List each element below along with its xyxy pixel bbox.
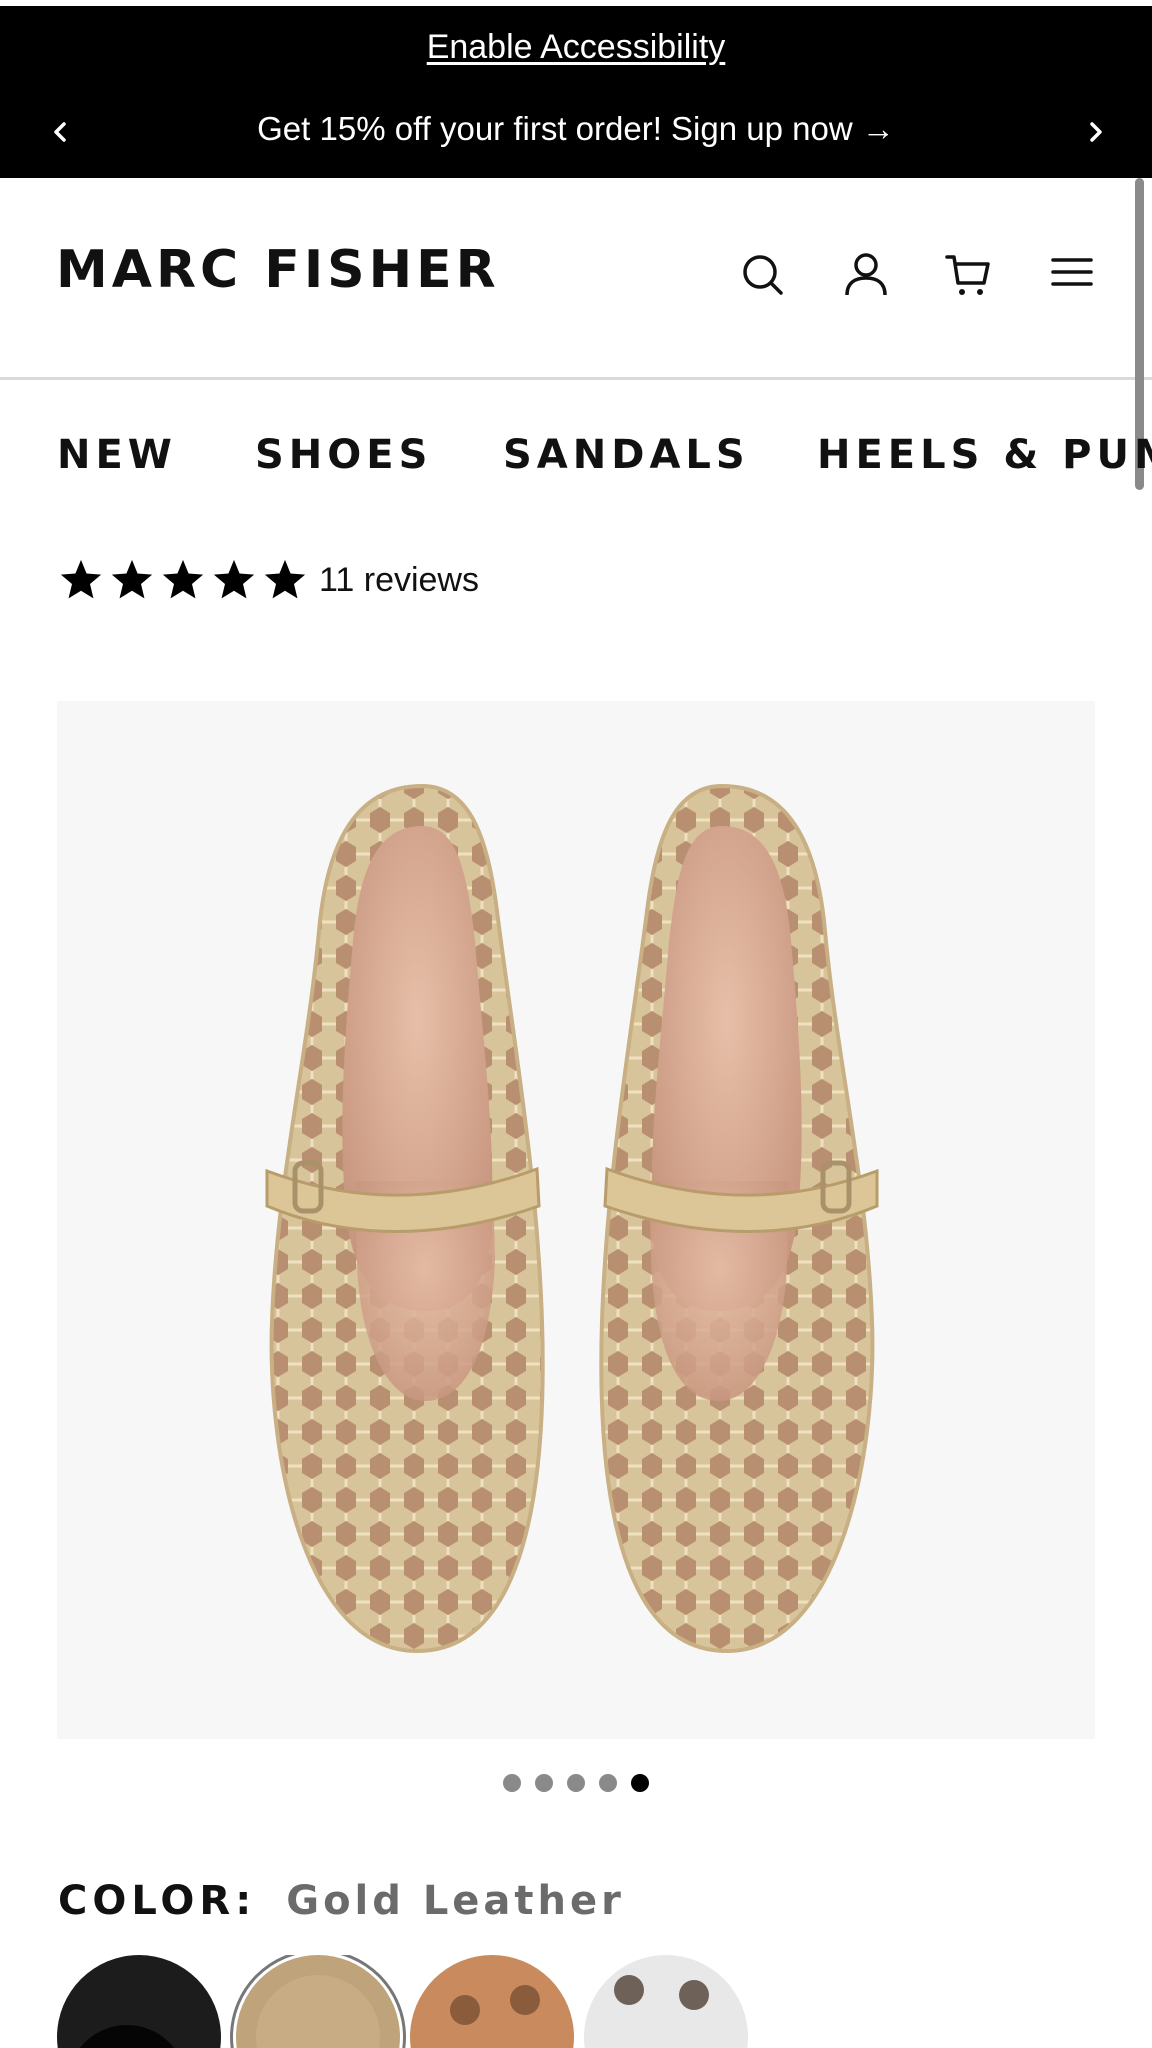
site-header: MARC FISHER (0, 178, 1152, 380)
nav-item-sandals[interactable]: SANDALS (503, 432, 750, 478)
color-value: Gold Leather (286, 1878, 625, 1924)
gallery-dot-2[interactable] (535, 1774, 553, 1792)
star-icon (162, 559, 204, 599)
swatch-cognac-woven[interactable] (410, 1955, 574, 2048)
logo-text: MARC FISHER (56, 240, 500, 296)
star-icon (213, 559, 255, 599)
star-icon (111, 559, 153, 599)
product-image[interactable] (57, 701, 1095, 1739)
brand-logo[interactable]: MARC FISHER (56, 240, 576, 296)
announcement-bar: Enable Accessibility Get 15% off your fi… (0, 6, 1152, 178)
color-swatches (0, 1955, 1152, 2048)
search-icon[interactable] (738, 250, 786, 298)
menu-icon[interactable] (1048, 250, 1096, 298)
reviews-count-link[interactable]: 11 reviews (319, 561, 479, 600)
gallery-pagination (0, 1774, 1152, 1794)
gallery-dot-4[interactable] (599, 1774, 617, 1792)
promo-message[interactable]: Get 15% off your first order! Sign up no… (0, 110, 1152, 148)
right-shoe (599, 783, 879, 1654)
cart-icon[interactable] (944, 250, 992, 298)
swatch-white-woven[interactable] (584, 1955, 748, 2048)
nav-item-new[interactable]: NEW (57, 432, 177, 478)
nav-item-heels-pumps[interactable]: HEELS & PUMPS (817, 432, 1152, 478)
color-label: COLOR: (58, 1878, 257, 1924)
gallery-dot-1[interactable] (503, 1774, 521, 1792)
color-selector-heading: COLOR: Gold Leather (58, 1878, 625, 1924)
gallery-dot-5[interactable] (631, 1774, 649, 1792)
star-icon (264, 559, 306, 599)
swatch-gold-leather[interactable] (236, 1955, 400, 2048)
chevron-right-icon[interactable] (1076, 112, 1116, 152)
category-nav: NEW SHOES SANDALS HEELS & PUMPS (0, 380, 1152, 530)
nav-item-shoes[interactable]: SHOES (255, 432, 432, 478)
enable-accessibility-link[interactable]: Enable Accessibility (0, 28, 1152, 67)
account-icon[interactable] (842, 250, 890, 298)
swatch-black[interactable] (57, 1955, 221, 2048)
left-shoe (265, 783, 545, 1654)
product-photo-shoes (265, 783, 879, 1654)
product-rating[interactable]: 11 reviews (58, 552, 479, 608)
gallery-dot-3[interactable] (567, 1774, 585, 1792)
star-icon (60, 559, 102, 599)
